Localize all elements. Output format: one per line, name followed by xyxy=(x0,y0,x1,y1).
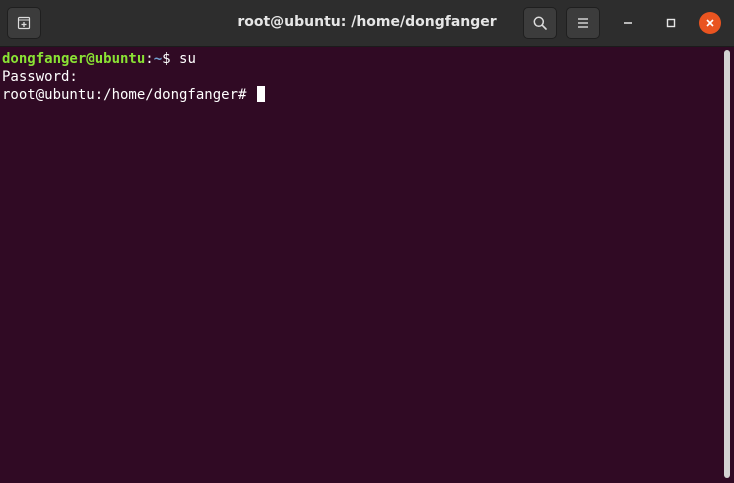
prompt-user-host: dongfanger@ubuntu xyxy=(2,51,146,67)
new-tab-icon xyxy=(17,16,31,30)
prompt-symbol: $ xyxy=(162,51,180,67)
new-tab-button[interactable] xyxy=(7,7,41,39)
terminal-line: dongfanger@ubuntu:~$ su xyxy=(2,51,722,69)
search-icon xyxy=(533,16,547,30)
scrollbar-thumb[interactable] xyxy=(724,50,730,478)
minimize-button[interactable] xyxy=(617,12,639,34)
terminal-output[interactable]: dongfanger@ubuntu:~$ su Password: root@u… xyxy=(0,48,722,483)
header-bar: root@ubuntu: /home/dongfanger xyxy=(0,0,734,47)
text-cursor xyxy=(256,86,265,102)
prompt-path: ~ xyxy=(153,51,163,67)
terminal-line: Password: xyxy=(2,69,722,87)
window-title: root@ubuntu: /home/dongfanger xyxy=(237,14,497,30)
maximize-icon xyxy=(666,18,676,28)
maximize-button[interactable] xyxy=(660,12,682,34)
search-button[interactable] xyxy=(523,7,557,39)
command-text: su xyxy=(179,51,196,67)
minimize-icon xyxy=(624,22,632,24)
vertical-scrollbar[interactable] xyxy=(723,50,731,478)
close-icon xyxy=(706,19,714,27)
terminal-window: root@ubuntu: /home/dongfanger dongfanger… xyxy=(0,0,734,483)
menu-button[interactable] xyxy=(566,7,600,39)
terminal-line: root@ubuntu:/home/dongfanger# xyxy=(2,86,722,104)
prompt-colon: : xyxy=(145,51,154,67)
password-prompt: Password: xyxy=(2,68,78,85)
root-prompt: root@ubuntu:/home/dongfanger# xyxy=(2,87,255,103)
close-button[interactable] xyxy=(699,12,721,34)
hamburger-menu-icon xyxy=(578,18,588,28)
